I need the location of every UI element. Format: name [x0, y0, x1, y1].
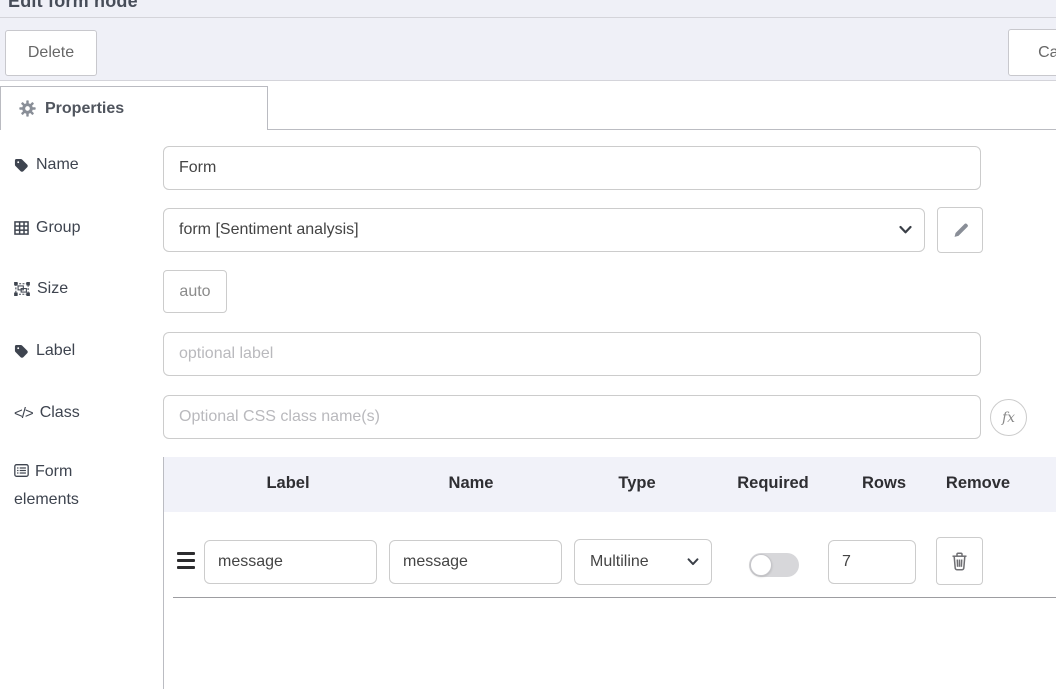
gear-icon — [19, 100, 36, 117]
delete-button[interactable]: Delete — [5, 30, 97, 76]
expression-fx-button[interactable]: fx — [990, 399, 1027, 436]
properties-form: Name Group form [Sentiment analysis] — [0, 130, 1056, 689]
required-toggle[interactable] — [749, 553, 799, 577]
col-header-name: Name — [449, 474, 494, 493]
group-select-value: form [Sentiment analysis] — [179, 221, 359, 239]
col-header-rows: Rows — [862, 474, 906, 493]
form-elements-label: Form elements — [14, 458, 114, 514]
code-icon: </> — [14, 405, 33, 422]
dialog-header: Edit form node — [0, 0, 1056, 18]
size-label: Size — [14, 280, 68, 298]
chevron-down-icon — [899, 226, 912, 235]
label-label: Label — [14, 342, 75, 360]
group-label: Group — [14, 219, 80, 237]
element-rows-input[interactable] — [828, 540, 916, 584]
col-header-type: Type — [618, 474, 655, 493]
form-elements-table-header: Label Name Type Required Rows Remove — [164, 457, 1056, 512]
form-elements-table: Label Name Type Required Rows Remove Mul… — [163, 457, 1056, 689]
dialog-toolbar: Delete Cancel — [0, 18, 1056, 81]
group-select[interactable]: form [Sentiment analysis] — [163, 208, 925, 252]
toggle-knob — [750, 554, 772, 576]
cancel-button[interactable]: Cancel — [1008, 29, 1056, 76]
name-label: Name — [14, 156, 79, 174]
col-header-required: Required — [737, 474, 809, 493]
col-header-remove: Remove — [946, 474, 1010, 493]
element-type-value: Multiline — [590, 553, 649, 571]
edit-form-node-dialog: Edit form node Delete Cancel — [0, 0, 1056, 689]
tab-bar: Properties — [0, 81, 1056, 130]
tag-icon — [14, 344, 29, 359]
element-type-select[interactable]: Multiline — [574, 539, 712, 585]
col-header-label: Label — [266, 474, 309, 493]
remove-element-button[interactable] — [936, 537, 983, 585]
chevron-down-icon — [687, 558, 699, 566]
size-auto-button[interactable]: auto — [163, 270, 227, 313]
drag-handle[interactable] — [177, 552, 195, 569]
name-input[interactable] — [163, 146, 981, 190]
dialog-title: Edit form node — [8, 0, 138, 12]
label-input[interactable] — [163, 332, 981, 376]
edit-group-button[interactable] — [937, 207, 983, 253]
row-divider — [173, 597, 1056, 598]
element-label-input[interactable] — [204, 540, 377, 584]
tab-properties[interactable]: Properties — [0, 86, 268, 130]
class-label: </> Class — [14, 404, 80, 422]
object-group-icon — [14, 282, 30, 296]
trash-icon — [951, 552, 968, 571]
element-name-input[interactable] — [389, 540, 562, 584]
tag-icon — [14, 158, 29, 173]
pencil-icon — [952, 222, 969, 239]
class-input[interactable] — [163, 395, 981, 439]
tab-properties-label: Properties — [45, 100, 124, 118]
table-grid-icon — [14, 221, 29, 235]
list-alt-icon — [14, 464, 29, 477]
